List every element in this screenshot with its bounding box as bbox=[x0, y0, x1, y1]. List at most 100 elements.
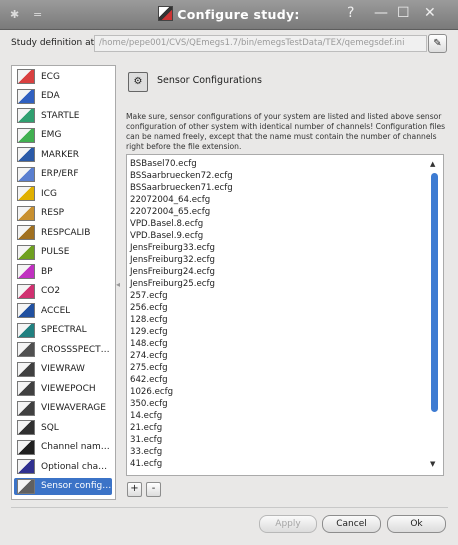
file-list-item[interactable]: 275.ecfg bbox=[130, 363, 168, 374]
file-list-item[interactable]: BSSaarbruecken71.ecfg bbox=[130, 183, 233, 194]
viewepoch-icon bbox=[17, 381, 35, 396]
sidebar-item[interactable]: Sensor configurations bbox=[14, 477, 112, 495]
sidebar-item[interactable]: BP bbox=[14, 263, 112, 280]
sidebar-item[interactable]: SPECTRAL bbox=[14, 322, 112, 339]
sidebar-item[interactable]: EDA bbox=[14, 88, 112, 105]
bp-icon bbox=[17, 264, 35, 279]
file-list-item[interactable]: BSSaarbruecken72.ecfg bbox=[130, 171, 233, 182]
channel-naming-icon bbox=[17, 439, 35, 455]
sql-icon bbox=[17, 420, 35, 435]
sidebar-item[interactable]: RESP bbox=[14, 205, 112, 222]
file-list-item[interactable]: VPD.Basel.9.ecfg bbox=[130, 231, 203, 242]
sidebar-item[interactable]: VIEWRAW bbox=[14, 361, 112, 378]
emg-icon bbox=[17, 127, 35, 143]
file-list-item[interactable]: 22072004_64.ecfg bbox=[130, 195, 210, 206]
ok-button[interactable]: Ok bbox=[387, 515, 446, 533]
sidebar-item-label: VIEWAVERAGE bbox=[41, 403, 106, 413]
button-separator bbox=[11, 507, 448, 508]
sidebar-item[interactable]: PULSE bbox=[14, 244, 112, 261]
file-list-item[interactable]: JensFreiburg32.ecfg bbox=[130, 255, 215, 266]
edit-icon: ✎ bbox=[433, 38, 442, 49]
scrollbar-thumb[interactable] bbox=[431, 173, 438, 412]
file-list-item[interactable]: JensFreiburg33.ecfg bbox=[130, 243, 215, 254]
sidebar-item-label: SPECTRAL bbox=[41, 325, 87, 335]
spectral-icon bbox=[17, 322, 35, 338]
scroll-up-arrow-icon[interactable]: ▲ bbox=[430, 160, 435, 168]
sidebar-item[interactable]: VIEWEPOCH bbox=[14, 380, 112, 397]
close-button[interactable]: ✕ bbox=[424, 5, 436, 21]
file-list-item[interactable]: 14.ecfg bbox=[130, 411, 162, 422]
file-list-item[interactable]: 1026.ecfg bbox=[130, 387, 173, 398]
remove-config-button[interactable]: - bbox=[146, 482, 161, 497]
file-list-item[interactable]: 31.ecfg bbox=[130, 435, 162, 446]
file-list-item[interactable]: VPD.Basel.8.ecfg bbox=[130, 219, 203, 230]
sensor-config-file-list[interactable]: BSBasel70.ecfg BSSaarbruecken72.ecfg BSSaa… bbox=[126, 154, 444, 476]
sidebar-item[interactable]: ICG bbox=[14, 185, 112, 202]
accel-icon bbox=[17, 303, 35, 318]
sidebar-item-label: Optional channels bbox=[41, 461, 112, 472]
file-list-item[interactable]: 22072004_65.ecfg bbox=[130, 207, 210, 218]
file-list-item[interactable]: JensFreiburg24.ecfg bbox=[130, 267, 215, 278]
icg-icon bbox=[17, 186, 35, 201]
category-sidebar: ECG EDA STARTLE EMG MARKER ERP/ERF ICG RESP RESP… bbox=[11, 65, 116, 500]
splitter-handle[interactable]: ◂ bbox=[116, 280, 120, 289]
sidebar-item[interactable]: VIEWAVERAGE bbox=[14, 400, 112, 417]
sidebar-item[interactable]: Channel naming bbox=[14, 439, 112, 456]
sidebar-item-label: SQL bbox=[41, 422, 59, 433]
maximize-button[interactable]: ☐ bbox=[397, 5, 410, 21]
file-list-item[interactable]: 350.ecfg bbox=[130, 399, 168, 410]
sidebar-item-label: ICG bbox=[41, 188, 57, 199]
file-list-item[interactable]: JensFreiburg25.ecfg bbox=[130, 279, 215, 290]
add-config-button[interactable]: + bbox=[127, 482, 142, 497]
file-list-item[interactable]: 256.ecfg bbox=[130, 303, 168, 314]
cancel-button[interactable]: Cancel bbox=[322, 515, 381, 533]
file-list-item[interactable]: 128.ecfg bbox=[130, 315, 168, 326]
file-list-item[interactable]: BSBasel70.ecfg bbox=[130, 159, 197, 170]
sidebar-item-label: RESP bbox=[41, 208, 65, 218]
sidebar-item-label: BP bbox=[41, 266, 53, 277]
sidebar-item[interactable]: MARKER bbox=[14, 146, 112, 163]
sidebar-item[interactable]: STARTLE bbox=[14, 107, 112, 124]
crossspectral-icon bbox=[17, 342, 35, 357]
minimize-button[interactable]: — bbox=[374, 5, 388, 21]
sidebar-item[interactable]: RESPCALIB bbox=[14, 224, 112, 241]
resp-icon bbox=[17, 205, 35, 221]
sidebar-item[interactable]: CO2 bbox=[14, 283, 112, 300]
sidebar-item-label: MARKER bbox=[41, 149, 80, 160]
apply-button[interactable]: Apply bbox=[259, 515, 317, 533]
file-list-item[interactable]: 642.ecfg bbox=[130, 375, 168, 386]
sidebar-item-label: RESPCALIB bbox=[41, 227, 91, 238]
startle-icon bbox=[17, 108, 35, 123]
sidebar-item[interactable]: ERP/ERF bbox=[14, 166, 112, 183]
viewraw-icon bbox=[17, 361, 35, 377]
sidebar-item[interactable]: Optional channels bbox=[14, 458, 112, 475]
file-list-item[interactable]: 148.ecfg bbox=[130, 339, 168, 350]
scroll-down-arrow-icon[interactable]: ▼ bbox=[430, 460, 435, 468]
optional-channels-icon bbox=[17, 459, 35, 474]
sensor-config-header-icon: ⚙ bbox=[128, 72, 148, 92]
co2-icon bbox=[17, 283, 35, 299]
file-list-scrollbar[interactable]: ▲ ▼ bbox=[428, 160, 441, 472]
sidebar-item[interactable]: EMG bbox=[14, 127, 112, 144]
window-title: Configure study: bbox=[0, 6, 458, 22]
erp-icon bbox=[17, 166, 35, 182]
panel-description: Make sure, sensor configurations of your… bbox=[126, 112, 446, 151]
sidebar-item[interactable]: ECG bbox=[14, 68, 112, 85]
file-list-item[interactable]: 129.ecfg bbox=[130, 327, 168, 338]
sidebar-item-label: CROSSSPECTRAL bbox=[41, 344, 112, 355]
file-list-item[interactable]: 21.ecfg bbox=[130, 423, 162, 434]
study-definition-label: Study definition at: bbox=[11, 38, 98, 48]
sidebar-item[interactable]: CROSSSPECTRAL bbox=[14, 341, 112, 358]
viewaverage-icon bbox=[17, 400, 35, 416]
file-list-item[interactable]: 41.ecfg bbox=[130, 459, 162, 470]
study-definition-path-field[interactable]: /home/pepe001/CVS/QEmegs1.7/bin/emegsTes… bbox=[94, 35, 427, 52]
file-list-item[interactable]: 274.ecfg bbox=[130, 351, 168, 362]
file-list-item[interactable]: 257.ecfg bbox=[130, 291, 168, 302]
sidebar-item[interactable]: SQL bbox=[14, 419, 112, 436]
panel-title: Sensor Configurations bbox=[157, 75, 262, 86]
sidebar-item[interactable]: ACCEL bbox=[14, 302, 112, 319]
file-list-item[interactable]: 33.ecfg bbox=[130, 447, 162, 458]
edit-path-button[interactable]: ✎ bbox=[428, 34, 447, 53]
help-button[interactable]: ? bbox=[347, 5, 354, 21]
sidebar-item-label: ERP/ERF bbox=[41, 169, 79, 179]
